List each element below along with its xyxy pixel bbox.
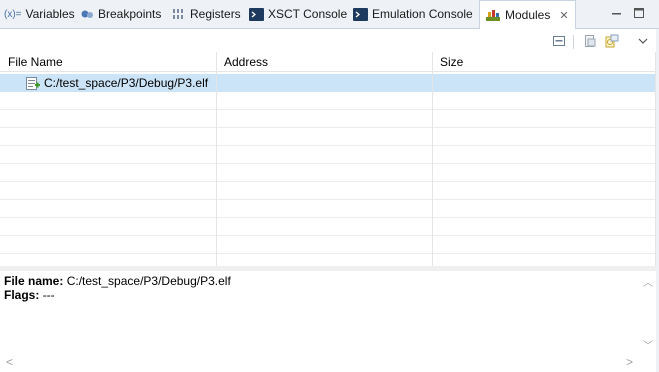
- breakpoints-icon: [80, 8, 94, 20]
- empty-row: [0, 92, 656, 110]
- empty-row: [0, 200, 656, 218]
- file-name-cell: C:/test_space/P3/Debug/P3.elf: [44, 76, 209, 90]
- details-horizontal-scrollbar[interactable]: < >: [0, 354, 639, 371]
- registers-icon: [172, 8, 186, 20]
- tab-label: Emulation Console: [372, 7, 473, 21]
- file-name-detail: File name: C:/test_space/P3/Debug/P3.elf: [4, 274, 635, 288]
- tab-label: Registers: [190, 7, 241, 21]
- file-name-value: C:/test_space/P3/Debug/P3.elf: [66, 274, 231, 288]
- view-toolbar: [0, 29, 659, 52]
- tab-xsct-console[interactable]: XSCT Console: [249, 0, 347, 28]
- empty-row: [0, 128, 656, 146]
- console-icon: [353, 7, 368, 21]
- minimize-icon[interactable]: [609, 5, 625, 21]
- tab-label: Variables: [25, 7, 75, 21]
- tab-modules[interactable]: Modules ✕: [479, 0, 576, 29]
- modules-table: File Name Address Size C:/test_space/P3/…: [0, 52, 656, 266]
- file-name-label: File name:: [4, 274, 64, 288]
- elf-file-icon: [25, 74, 41, 92]
- tab-variables[interactable]: (x)= Variables: [4, 0, 75, 28]
- empty-row: [0, 218, 656, 236]
- tab-label: Modules: [505, 8, 551, 22]
- tab-label: XSCT Console: [268, 7, 348, 21]
- column-header-file-name[interactable]: File Name: [2, 52, 216, 72]
- empty-row: [0, 146, 656, 164]
- view-menu-icon[interactable]: [635, 33, 651, 49]
- column-divider[interactable]: [216, 52, 217, 266]
- empty-row: [0, 182, 656, 200]
- table-header: File Name Address Size: [0, 52, 656, 72]
- empty-row: [0, 164, 656, 182]
- tab-emulation-console[interactable]: Emulation Console: [353, 0, 473, 28]
- flags-label: Flags:: [4, 288, 40, 302]
- modules-icon: [485, 9, 501, 22]
- empty-row: [0, 110, 656, 128]
- console-icon: [249, 7, 264, 21]
- tab-registers[interactable]: Registers: [172, 0, 241, 28]
- scroll-left-icon[interactable]: <: [6, 355, 13, 369]
- collapse-all-icon[interactable]: [551, 33, 567, 49]
- variables-icon: (x)=: [4, 8, 22, 20]
- load-all-symbols-icon[interactable]: [604, 33, 620, 49]
- column-header-size[interactable]: Size: [434, 52, 654, 72]
- scroll-up-icon[interactable]: ︿: [643, 274, 653, 289]
- column-divider[interactable]: [432, 52, 433, 266]
- tab-label: Breakpoints: [98, 7, 162, 21]
- empty-row: [0, 254, 656, 266]
- module-details-pane[interactable]: File name: C:/test_space/P3/Debug/P3.elf…: [0, 271, 639, 354]
- scroll-right-icon[interactable]: >: [626, 355, 633, 369]
- column-header-address[interactable]: Address: [218, 52, 433, 72]
- scroll-down-icon[interactable]: ﹀: [643, 337, 653, 352]
- load-symbols-icon[interactable]: [582, 33, 598, 49]
- flags-detail: Flags: ---: [4, 288, 635, 302]
- table-row[interactable]: C:/test_space/P3/Debug/P3.elf: [0, 74, 656, 92]
- empty-row: [0, 236, 656, 254]
- flags-value: ---: [42, 288, 55, 302]
- close-tab-icon[interactable]: ✕: [559, 9, 568, 22]
- view-tab-bar: (x)= Variables Breakpoints Registers XSC…: [0, 0, 659, 29]
- tab-breakpoints[interactable]: Breakpoints: [80, 0, 161, 28]
- details-vertical-scrollbar[interactable]: ︿ ﹀: [639, 271, 656, 354]
- toolbar-divider: [573, 35, 574, 49]
- maximize-icon[interactable]: [631, 5, 647, 21]
